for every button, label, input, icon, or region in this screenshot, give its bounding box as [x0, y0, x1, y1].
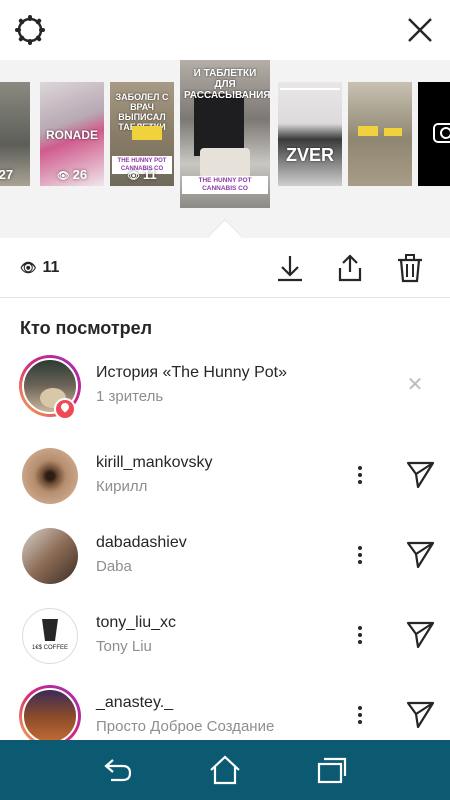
dismiss-icon[interactable]: ✕ — [404, 374, 426, 396]
location-pin-icon — [54, 398, 76, 420]
story-thumbnail[interactable] — [348, 82, 412, 186]
story-caption: ZVER — [285, 145, 334, 165]
viewer-username[interactable]: _anastey._ — [96, 694, 173, 712]
viewers-heading: Кто посмотрел — [20, 318, 153, 338]
more-options-icon[interactable] — [350, 700, 370, 730]
story-thumbnail[interactable]: RONADE 👁 26 — [40, 82, 104, 186]
story-caption: RONADE — [45, 128, 98, 142]
viewer-name: Кирилл — [96, 478, 148, 495]
system-navigation-bar — [0, 740, 450, 800]
avatar — [22, 448, 78, 504]
gear-icon[interactable] — [14, 14, 46, 46]
viewer-name: Tony Liu — [96, 638, 152, 655]
send-icon[interactable] — [404, 618, 436, 650]
send-icon[interactable] — [404, 538, 436, 570]
recents-icon[interactable] — [315, 754, 349, 786]
trash-icon[interactable] — [394, 252, 426, 284]
current-story-preview[interactable]: И ТАБЛЕТКИ ДЛЯ РАССАСЫВАНИЯ THE HUNNY PO… — [180, 60, 270, 208]
stories-strip[interactable]: 👁27 RONADE 👁26 ЗАБОЛЕЛ С ВРАЧ ВЫПИСАЛ ТА… — [0, 60, 450, 238]
view-count[interactable]: 👁 11 — [20, 259, 59, 277]
viewer-username[interactable]: kirill_mankovsky — [96, 454, 212, 472]
avatar — [22, 688, 78, 744]
viewer-row[interactable]: kirill_mankovsky Кирилл — [0, 448, 450, 528]
eye-icon: 👁 — [127, 171, 140, 182]
location-tag — [280, 88, 340, 90]
top-bar — [0, 0, 450, 60]
story-thumbnail[interactable]: ZVER — [278, 82, 342, 186]
avatar: 1€$ COFFEE — [22, 608, 78, 664]
add-story-thumbnail[interactable] — [418, 82, 450, 186]
camera-icon — [433, 123, 450, 143]
story-view-count: 👁 11 — [127, 167, 157, 182]
viewer-name: Daba — [96, 558, 132, 575]
story-view-count: 👁 26 — [56, 167, 88, 182]
more-options-icon[interactable] — [350, 540, 370, 570]
send-icon[interactable] — [404, 458, 436, 490]
viewer-name: Просто Доброе Создание — [96, 718, 275, 735]
eye-icon: 👁 — [20, 260, 37, 275]
package-image — [384, 128, 402, 136]
viewer-username[interactable]: dabadashiev — [96, 534, 187, 552]
highlight-row[interactable]: История «The Hunny Pot» 1 зритель ✕ — [0, 355, 450, 438]
package-image — [194, 94, 244, 156]
more-options-icon[interactable] — [350, 620, 370, 650]
viewer-username[interactable]: tony_liu_xc — [96, 614, 176, 632]
send-icon[interactable] — [404, 698, 436, 730]
back-icon[interactable] — [101, 754, 135, 786]
more-options-icon[interactable] — [350, 460, 370, 490]
package-image — [132, 126, 162, 140]
avatar — [22, 528, 78, 584]
share-icon[interactable] — [334, 252, 366, 284]
story-caption: И ТАБЛЕТКИ ДЛЯ РАССАСЫВАНИЯ — [184, 68, 270, 101]
viewer-row[interactable]: 1€$ COFFEE tony_liu_xc Tony Liu — [0, 608, 450, 688]
story-view-count: 👁27 — [0, 167, 14, 182]
eye-icon: 👁 — [56, 171, 70, 182]
location-tag: THE HUNNY POT CANNABIS CO — [182, 176, 268, 194]
viewer-row[interactable]: dabadashiev Daba — [0, 528, 450, 608]
download-icon[interactable] — [274, 252, 306, 284]
story-thumbnail[interactable]: ЗАБОЛЕЛ С ВРАЧ ВЫПИСАЛ ТАБЛЕТКИ THE HUNN… — [110, 82, 174, 186]
story-thumbnail[interactable]: 👁27 — [0, 82, 30, 186]
coffee-logo-text: 1€$ COFFEE — [31, 645, 68, 651]
home-icon[interactable] — [208, 754, 242, 786]
highlight-title: История «The Hunny Pot» — [96, 364, 288, 381]
view-count-value: 11 — [42, 259, 60, 276]
pills-image — [200, 148, 250, 178]
package-image — [358, 126, 378, 136]
close-icon[interactable] — [404, 14, 436, 46]
coffee-cup-icon — [42, 619, 58, 641]
story-actions-bar: 👁 11 — [0, 238, 450, 298]
highlight-subtitle: 1 зритель — [96, 388, 164, 405]
